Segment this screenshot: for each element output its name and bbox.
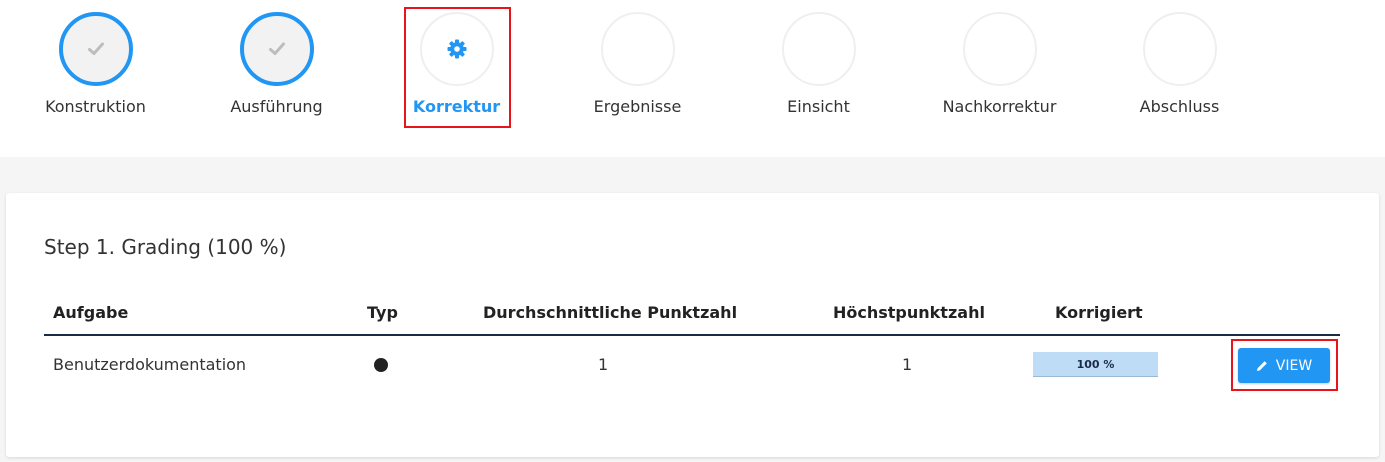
step-circle	[239, 12, 314, 86]
step-label: Einsicht	[787, 97, 850, 116]
pencil-icon	[1256, 360, 1267, 371]
column-header-type: Typ	[367, 303, 398, 322]
step-korrektur[interactable]: Korrektur	[366, 0, 547, 157]
step-label: Konstruktion	[45, 97, 146, 116]
column-header-average-score: Durchschnittliche Punktzahl	[483, 303, 738, 322]
table-header-divider	[44, 334, 1340, 336]
step-nachkorrektur[interactable]: Nachkorrektur	[909, 0, 1090, 157]
graded-progress-bar: 100 %	[1033, 352, 1158, 377]
step-ergebnisse[interactable]: Ergebnisse	[547, 0, 728, 157]
step-circle	[962, 12, 1037, 86]
step-label: Abschluss	[1139, 97, 1220, 116]
step-circle	[781, 12, 856, 86]
card-title: Step 1. Grading (100 %)	[44, 235, 287, 259]
step-label: Ergebnisse	[593, 97, 682, 116]
step-circle	[600, 12, 675, 86]
grading-card: Step 1. Grading (100 %) Aufgabe Typ Durc…	[6, 193, 1379, 457]
step-label: Ausführung	[230, 97, 323, 116]
progress-label: 100 %	[1076, 357, 1115, 371]
view-button[interactable]: VIEW	[1238, 348, 1330, 383]
step-konstruktion[interactable]: Konstruktion	[5, 0, 186, 157]
gear-icon	[447, 39, 466, 59]
filled-circle-icon	[374, 358, 388, 372]
step-abschluss[interactable]: Abschluss	[1089, 0, 1270, 157]
step-circle	[1142, 12, 1217, 86]
step-label: Nachkorrektur	[942, 97, 1057, 116]
step-ausfuehrung[interactable]: Ausführung	[186, 0, 367, 157]
column-header-graded: Korrigiert	[1055, 303, 1143, 322]
workflow-stepper: Konstruktion Ausführung Korrektur Ergebn…	[0, 0, 1385, 157]
max-score: 1	[902, 355, 913, 374]
average-score: 1	[598, 355, 609, 374]
step-circle	[419, 12, 494, 86]
step-label: Korrektur	[412, 97, 501, 116]
check-icon	[268, 42, 285, 55]
step-circle	[58, 12, 133, 86]
column-header-max-score: Höchstpunktzahl	[833, 303, 985, 322]
task-name: Benutzerdokumentation	[53, 355, 247, 374]
check-icon	[87, 42, 104, 55]
view-button-label: VIEW	[1275, 357, 1313, 374]
column-header-task: Aufgabe	[53, 303, 129, 322]
step-einsicht[interactable]: Einsicht	[728, 0, 909, 157]
